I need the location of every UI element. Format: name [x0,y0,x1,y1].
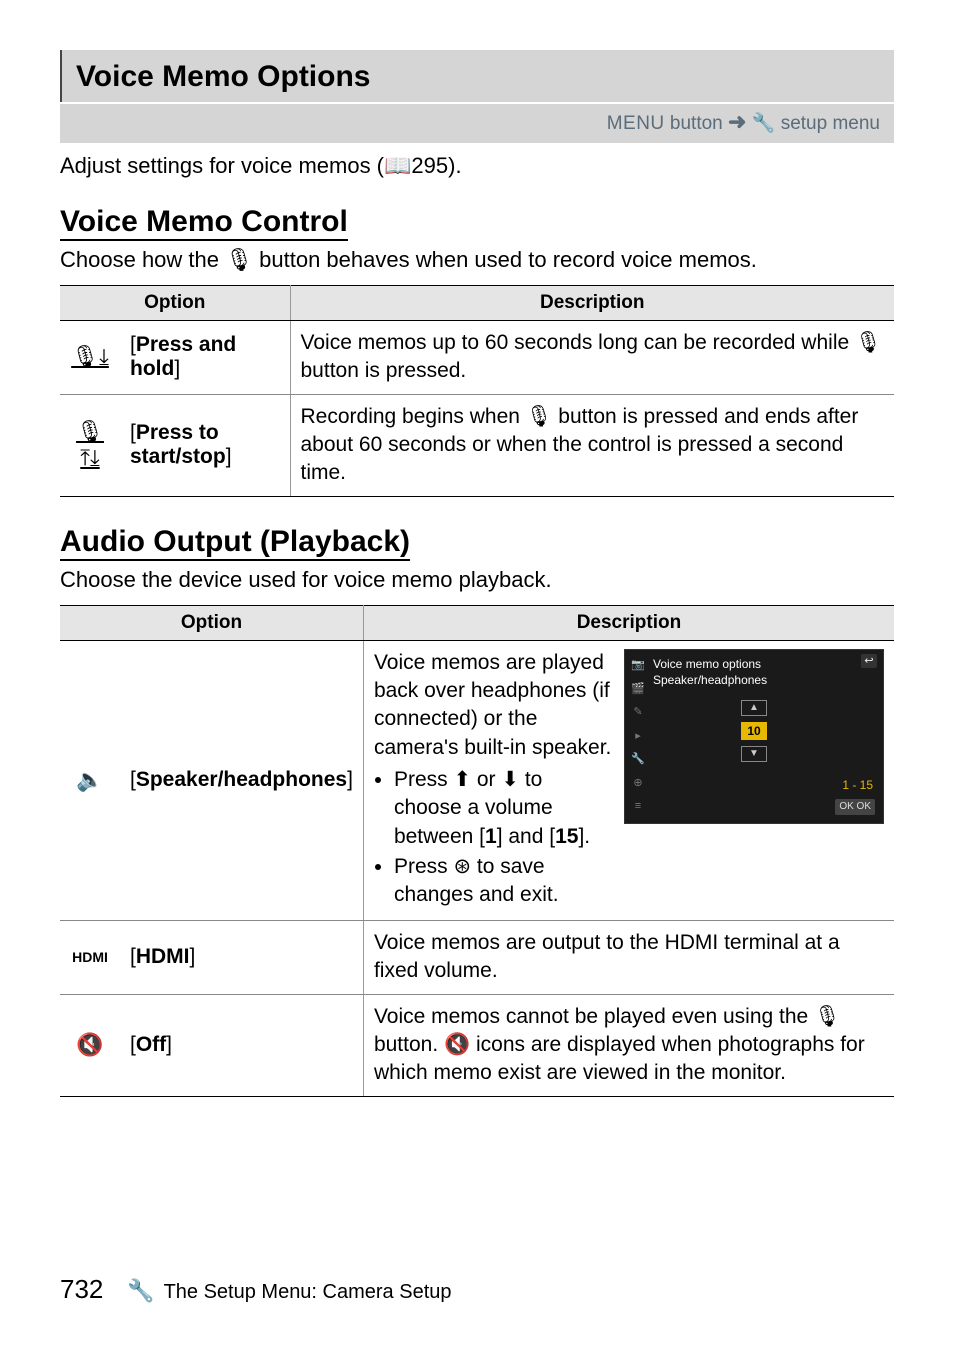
intro-pageref: 295). [411,153,461,178]
option-label-bold: HDMI [136,945,190,968]
option-desc: Recording begins when 🎙 button is presse… [290,394,894,496]
footer-text: The Setup Menu: Camera Setup [164,1281,452,1303]
section-title: Voice Memo Options [76,60,880,94]
bullet-b2: 15 [555,825,578,848]
section-header: Voice Memo Options [60,50,894,102]
option-desc: Voice memos up to 60 seconds long can be… [290,321,894,395]
table-row: 🎙⤒⤓ [Press to start/stop] Recording begi… [60,394,894,496]
bullet-mid: ] and [ [497,825,555,848]
option-label: [Off] [120,994,363,1096]
speaker-icon: 🔈 [60,640,120,920]
bullet-suffix: ]. [578,825,590,848]
setup-menu-label: setup menu [775,113,880,134]
option-label: [Press and hold] [120,321,290,395]
cam-return-icon: ↩ [861,654,877,668]
table-row: HDMI [HDMI] Voice memos are output to th… [60,920,894,994]
option-label: [HDMI] [120,920,363,994]
arrow-icon: ➜ [728,109,746,134]
menu-button-label: MENU [607,113,665,134]
option-icon: 🎙⤓ [60,321,120,395]
book-icon: 📖 [384,153,411,178]
col-option: Option [60,286,290,321]
mic-hold-icon: 🎙⤓ [71,344,109,369]
cam-subtitle: Speaker/headphones [653,672,767,688]
page-footer: 732 🔧 The Setup Menu: Camera Setup [60,1274,452,1305]
cam-sidebar: 📷 🎬 ✎ ▸ 🔧 ⊕ ≡ [629,654,647,819]
page-number: 732 [60,1274,103,1304]
audio-output-table: Option Description 🔈 [Speaker/headphones… [60,605,894,1097]
cam-up-arrow: ▲ [741,700,767,716]
bullet-volume: Press ⬆ or ⬇ to choose a volume between … [394,766,614,851]
cam-video-icon: 🎬 [631,682,645,697]
camera-menu-screenshot: 📷 🎬 ✎ ▸ 🔧 ⊕ ≡ ↩ Voice memo options Speak… [624,649,884,824]
option-desc: Voice memos are output to the HDMI termi… [363,920,894,994]
cam-title: Voice memo options [653,656,761,672]
cam-range: 1 - 15 [842,777,873,793]
bullet-b1: 1 [485,825,497,848]
cam-camera-icon: 📷 [631,658,645,673]
cam-wrench-icon: 🔧 [631,752,645,767]
audio-output-heading: Audio Output (Playback) [60,525,410,561]
wrench-icon: 🔧 [127,1278,154,1303]
col-description: Description [290,286,894,321]
table-row: 🔇 [Off] Voice memos cannot be played eve… [60,994,894,1096]
voice-memo-control-subtext: Choose how the 🎙 button behaves when use… [60,247,894,273]
cam-down-arrow: ▼ [741,746,767,762]
option-label-bold: Speaker/headphones [136,768,347,791]
col-description: Description [363,605,894,640]
cam-network-icon: ⊕ [633,776,642,791]
option-label-bold: Off [136,1033,166,1056]
cam-value: 10 [741,722,767,740]
option-icon: 🎙⤒⤓ [60,394,120,496]
mute-icon: 🔇 [60,994,120,1096]
option-label-bold: Press and hold [130,333,236,380]
cam-play-icon: ▸ [635,729,641,744]
intro-before: Adjust settings for voice memos ( [60,153,384,178]
option-label-bold: Press to start/stop [130,421,226,468]
intro-text: Adjust settings for voice memos (📖295). [60,153,894,179]
cam-pencil-icon: ✎ [633,705,642,720]
option-desc: Voice memos cannot be played even using … [363,994,894,1096]
voice-memo-control-table: Option Description 🎙⤓ [Press and hold] V… [60,285,894,497]
option-label: [Press to start/stop] [120,394,290,496]
option-label: [Speaker/headphones] [120,640,363,920]
setup-icon: 🔧 [752,113,776,134]
col-option: Option [60,605,363,640]
menu-path: MENU button ➜ 🔧 setup menu [60,104,894,143]
table-row: 🔈 [Speaker/headphones] 📷 🎬 ✎ ▸ 🔧 ⊕ ≡ ↩ V… [60,640,894,920]
audio-output-subtext: Choose the device used for voice memo pl… [60,567,894,593]
option-desc: 📷 🎬 ✎ ▸ 🔧 ⊕ ≡ ↩ Voice memo options Speak… [363,640,894,920]
voice-memo-control-heading: Voice Memo Control [60,205,348,241]
bullet-save: Press ⊛ to save changes and exit. [394,853,614,910]
menu-button-text: button [665,113,728,134]
hdmi-icon: HDMI [60,920,120,994]
cam-ok: OK OK [835,799,875,815]
mic-startstop-icon: 🎙⤒⤓ [76,419,104,470]
desc-text: Voice memos are played back over headpho… [374,651,611,759]
cam-menu-icon: ≡ [635,799,641,814]
table-row: 🎙⤓ [Press and hold] Voice memos up to 60… [60,321,894,395]
